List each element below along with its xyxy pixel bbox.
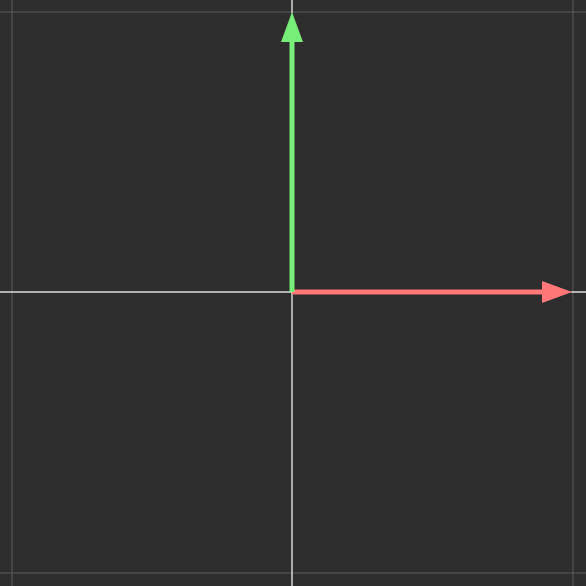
- vector-plot: [0, 0, 586, 586]
- coordinate-viewport[interactable]: [0, 0, 586, 586]
